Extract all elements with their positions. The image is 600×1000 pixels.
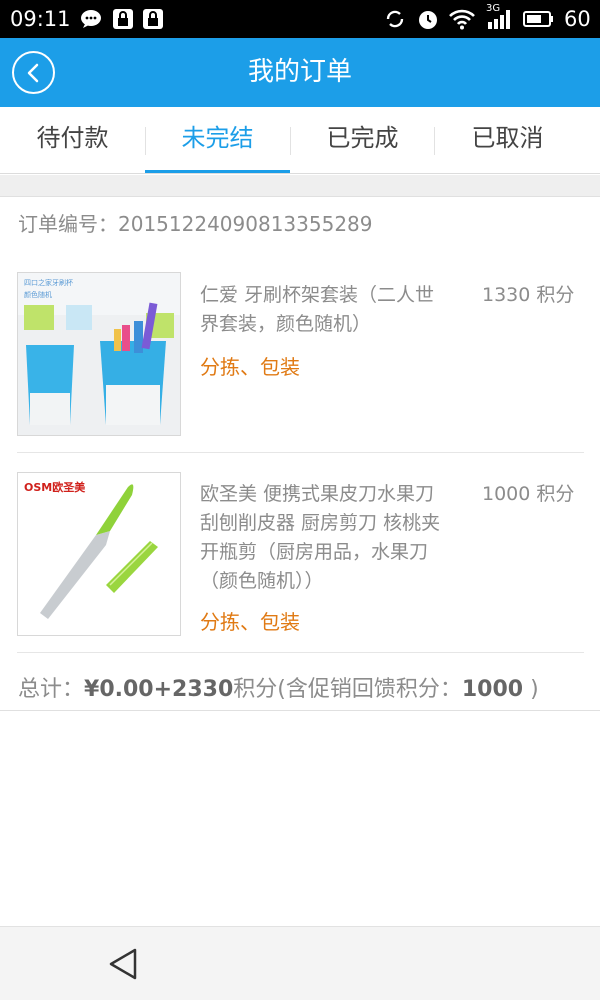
svg-text:颜色随机: 颜色随机 (24, 290, 52, 299)
total-amount: ¥0.00+2330 (84, 677, 234, 702)
tab-divider (290, 127, 291, 155)
sync-icon (386, 10, 404, 28)
svg-text:四口之家牙刷杯: 四口之家牙刷杯 (24, 278, 73, 287)
total-label: 总计： (18, 677, 85, 702)
row-divider (17, 452, 584, 453)
back-button[interactable] (12, 51, 55, 94)
lock-app-icon (113, 9, 133, 29)
page: 09:11 3G 60 我的订单 待付款 未完结 已完成 已取消 订单编号：20… (0, 0, 600, 1000)
tab-divider (145, 127, 146, 155)
signal-icon (488, 10, 510, 29)
total-points-unit: 积分(含促销回馈积分： (233, 677, 462, 702)
lock-app-icon (143, 9, 163, 29)
tab-cancelled[interactable]: 已取消 (435, 107, 580, 174)
status-bar: 09:11 3G 60 (0, 0, 600, 38)
wifi-icon (449, 9, 475, 30)
section-gap (0, 175, 600, 197)
item-name-line: 界套装，颜色随机） (200, 313, 372, 335)
item-name-line: 刮刨削皮器 厨房剪刀 核桃夹 (200, 512, 441, 534)
brand-logo: OSM欧圣美 (24, 480, 86, 494)
status-time: 09:11 (10, 7, 71, 31)
chevron-left-icon (27, 63, 39, 83)
toothbrush-cup-product-image: 四口之家牙刷杯 颜色随机 (17, 272, 181, 436)
page-title: 我的订单 (247, 57, 352, 87)
item-name-line: 仁爱 牙刷杯架套装（二人世 (200, 284, 435, 306)
chat-bubble-icon (81, 10, 101, 28)
order-card[interactable]: 订单编号：20151224090813355289 四口之家牙刷杯 颜色随机 仁… (0, 197, 600, 711)
system-nav-bar (0, 926, 600, 1000)
order-status-tabs: 待付款 未完结 已完成 已取消 (0, 107, 600, 174)
order-number-label: 订单编号： (18, 212, 118, 236)
item-name-line: 开瓶剪（厨房用品，水果刀 (200, 541, 429, 563)
tab-incomplete[interactable]: 未完结 (145, 107, 290, 174)
item-name-line: （颜色随机）） (200, 570, 324, 592)
item-name-line: 欧圣美 便携式果皮刀水果刀 (200, 483, 435, 505)
item-points: 1000 积分 (482, 483, 575, 505)
item-status: 分拣、包装 (200, 355, 300, 379)
item-name: 仁爱 牙刷杯架套装（二人世 界套装，颜色随机） (200, 281, 490, 339)
tab-pending-payment[interactable]: 待付款 (0, 107, 145, 174)
item-points: 1330 积分 (482, 284, 575, 306)
order-total: 总计：¥0.00+2330积分(含促销回馈积分：1000 ) (18, 675, 539, 705)
promo-points: 1000 (461, 677, 524, 702)
order-number: 订单编号：20151224090813355289 (18, 209, 373, 239)
fruit-knife-product-image: OSM欧圣美 (17, 472, 181, 636)
item-status: 分拣、包装 (200, 610, 300, 634)
item-name: 欧圣美 便携式果皮刀水果刀 刮刨削皮器 厨房剪刀 核桃夹 开瓶剪（厨房用品，水果… (200, 480, 490, 596)
battery-icon (523, 11, 553, 27)
order-number-value: 20151224090813355289 (118, 212, 373, 236)
triangle-back-icon[interactable] (107, 947, 139, 981)
alarm-icon (419, 11, 437, 29)
battery-level: 60 (564, 7, 591, 31)
app-header: 我的订单 (0, 38, 600, 107)
tab-completed[interactable]: 已完成 (290, 107, 435, 174)
row-divider (17, 652, 584, 653)
total-close: ) (523, 677, 539, 702)
tab-divider (434, 127, 435, 155)
active-tab-indicator (145, 170, 290, 173)
